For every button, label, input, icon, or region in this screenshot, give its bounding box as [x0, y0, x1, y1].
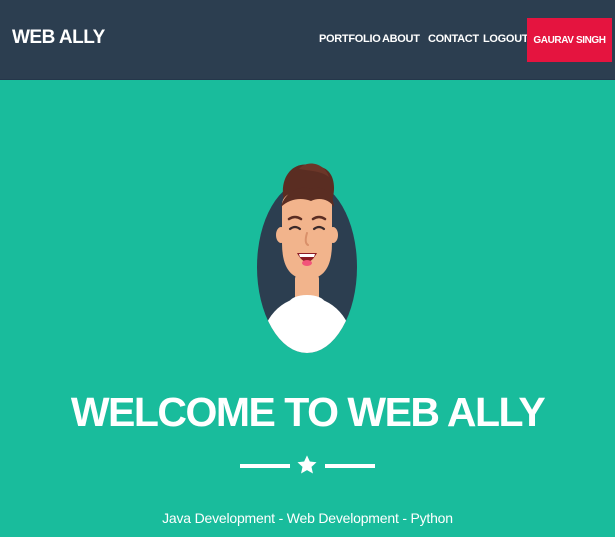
- hero-subtitle: Java Development - Web Development - Pyt…: [162, 510, 453, 526]
- divider-line-left: [240, 464, 290, 468]
- star-divider: [240, 454, 375, 478]
- divider-line-right: [325, 464, 375, 468]
- nav-item-logout[interactable]: LOGOUT: [483, 33, 529, 45]
- navbar: WEB ALLY PORTFOLIO ABOUT CONTACT LOGOUT …: [0, 0, 615, 80]
- user-button[interactable]: GAURAV SINGH: [527, 18, 612, 62]
- nav-item-portfolio[interactable]: PORTFOLIO: [319, 33, 381, 45]
- hero-section: WELCOME TO WEB ALLY Java Development - W…: [0, 81, 615, 537]
- nav-item-about[interactable]: ABOUT: [382, 33, 420, 45]
- avatar-illustration: [257, 163, 357, 353]
- hero-title: WELCOME TO WEB ALLY: [70, 389, 546, 435]
- brand-logo[interactable]: WEB ALLY: [12, 27, 105, 49]
- nav-item-contact[interactable]: CONTACT: [428, 33, 479, 45]
- star-icon: [297, 455, 317, 474]
